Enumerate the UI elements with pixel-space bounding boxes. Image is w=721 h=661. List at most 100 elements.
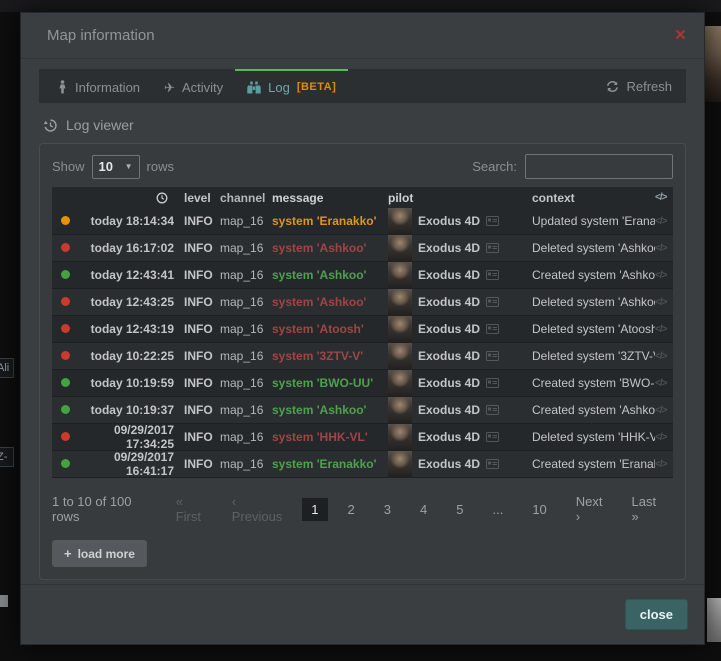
tab-information[interactable]: Information	[45, 69, 152, 103]
refresh-label: Refresh	[626, 79, 672, 94]
close-icon[interactable]: ×	[675, 26, 686, 45]
id-card-icon	[486, 432, 499, 442]
pilot-name: Exodus 4D	[418, 403, 480, 417]
table-row[interactable]: today 16:17:02 INFO map_16 system 'Ashko…	[52, 235, 673, 262]
dialog-body: Information ✈ Activity Log [BETA]	[21, 59, 704, 584]
time-column-header[interactable]	[78, 191, 174, 205]
id-card-icon	[486, 270, 499, 280]
log-time: today 12:43:25	[78, 295, 174, 309]
pilot-avatar	[388, 424, 412, 450]
pilot-name: Exodus 4D	[418, 430, 480, 444]
pilot-name: Exodus 4D	[418, 241, 480, 255]
table-row[interactable]: today 18:14:34 INFO map_16 system 'Erana…	[52, 208, 673, 235]
page-number-4[interactable]: 4	[411, 498, 436, 521]
table-row[interactable]: today 12:43:19 INFO map_16 system 'Atoos…	[52, 316, 673, 343]
page-number-5[interactable]: 5	[447, 498, 472, 521]
page-number-2[interactable]: 2	[339, 498, 364, 521]
page-number-10[interactable]: 10	[523, 498, 555, 521]
log-channel: map_16	[220, 430, 272, 444]
status-cell	[52, 349, 78, 363]
page-next[interactable]: Next ›	[567, 490, 612, 528]
pilot-avatar	[388, 370, 412, 396]
code-icon: </>	[655, 459, 673, 470]
message-column-header[interactable]: message	[272, 191, 388, 205]
status-cell	[52, 457, 78, 471]
page-number-3[interactable]: 3	[375, 498, 400, 521]
table-row[interactable]: 09/29/2017 16:41:17 INFO map_16 system '…	[52, 451, 673, 478]
plane-icon: ✈	[164, 81, 175, 94]
page-size-select[interactable]: 10 ▼	[92, 155, 140, 179]
table-row[interactable]: today 10:19:37 INFO map_16 system 'Ashko…	[52, 397, 673, 424]
page-last[interactable]: Last »	[623, 490, 667, 528]
log-time: today 16:17:02	[78, 241, 174, 255]
log-pilot: Exodus 4D	[388, 397, 532, 423]
rows-label: rows	[147, 159, 174, 174]
refresh-button[interactable]: Refresh	[592, 69, 686, 103]
id-card-icon	[486, 297, 499, 307]
status-cell	[52, 430, 78, 444]
background-portrait-fragment	[705, 26, 721, 102]
log-message: system 'Ashkoo'	[272, 295, 388, 309]
log-level: INFO	[174, 268, 220, 282]
code-icon: </>	[655, 270, 673, 281]
log-channel: map_16	[220, 403, 272, 417]
log-channel: map_16	[220, 457, 272, 471]
dialog-footer: close	[21, 584, 704, 644]
load-more-button[interactable]: + load more	[52, 540, 147, 567]
table-body: today 18:14:34 INFO map_16 system 'Erana…	[52, 208, 673, 478]
chevron-down-icon: ▼	[125, 162, 133, 171]
table-row[interactable]: today 10:22:25 INFO map_16 system '3ZTV-…	[52, 343, 673, 370]
tab-activity[interactable]: ✈ Activity	[152, 69, 235, 103]
id-card-icon	[486, 216, 499, 226]
id-card-icon	[486, 459, 499, 469]
log-context: Deleted system '3ZTV-V' #...	[532, 349, 655, 363]
log-message: system 'Atoosh'	[272, 322, 388, 336]
tab-log[interactable]: Log [BETA]	[235, 69, 348, 103]
log-level: INFO	[174, 214, 220, 228]
log-message: system '3ZTV-V'	[272, 349, 388, 363]
tab-information-label: Information	[75, 80, 140, 95]
log-channel: map_16	[220, 268, 272, 282]
log-time: today 12:43:19	[78, 322, 174, 336]
status-dot	[61, 405, 70, 414]
pilot-avatar	[388, 451, 412, 477]
log-context: Deleted system 'HHK-VL' ...	[532, 430, 655, 444]
pilot-avatar	[388, 316, 412, 342]
street-view-icon	[57, 80, 68, 94]
level-column-header[interactable]: level	[174, 191, 220, 205]
log-table: level channel message pilot context </> …	[52, 187, 673, 478]
status-dot	[61, 459, 70, 468]
close-button[interactable]: close	[625, 599, 688, 630]
code-icon: </>	[655, 351, 673, 362]
show-label: Show	[52, 159, 85, 174]
status-dot	[61, 270, 70, 279]
context-column-header[interactable]: context	[532, 191, 655, 205]
log-level: INFO	[174, 376, 220, 390]
table-row[interactable]: today 12:43:25 INFO map_16 system 'Ashko…	[52, 289, 673, 316]
pilot-avatar	[388, 397, 412, 423]
code-icon: </>	[655, 297, 673, 308]
log-pilot: Exodus 4D	[388, 451, 532, 477]
tab-bar: Information ✈ Activity Log [BETA]	[39, 69, 686, 103]
log-level: INFO	[174, 457, 220, 471]
tab-log-label: Log	[268, 80, 290, 95]
log-level: INFO	[174, 322, 220, 336]
pilot-column-header[interactable]: pilot	[388, 187, 532, 208]
pilot-name: Exodus 4D	[418, 376, 480, 390]
status-cell	[52, 403, 78, 417]
search-input[interactable]	[525, 154, 673, 179]
page-previous: ‹ Previous	[223, 490, 292, 528]
clock-icon	[156, 192, 168, 204]
log-level: INFO	[174, 295, 220, 309]
table-row[interactable]: today 10:19:59 INFO map_16 system 'BWO-U…	[52, 370, 673, 397]
table-row[interactable]: 09/29/2017 17:34:25 INFO map_16 system '…	[52, 424, 673, 451]
log-context: Created system 'Ashkoo' ...	[532, 403, 655, 417]
pilot-avatar	[388, 208, 412, 234]
table-row[interactable]: today 12:43:41 INFO map_16 system 'Ashko…	[52, 262, 673, 289]
history-icon	[43, 118, 58, 133]
log-channel: map_16	[220, 376, 272, 390]
pilot-name: Exodus 4D	[418, 322, 480, 336]
status-cell	[52, 376, 78, 390]
page-number-1[interactable]: 1	[302, 498, 327, 521]
channel-column-header[interactable]: channel	[220, 191, 272, 205]
